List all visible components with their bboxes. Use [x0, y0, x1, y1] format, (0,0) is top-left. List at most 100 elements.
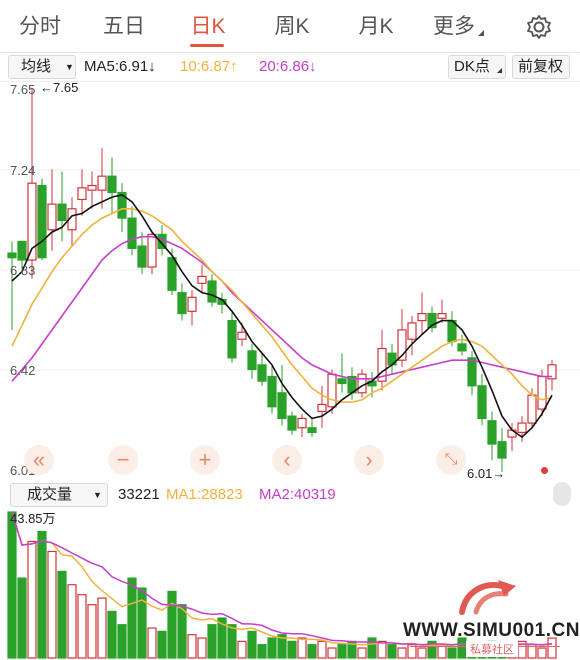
price-label-3: 6.83: [10, 263, 36, 278]
volume-bar: [87, 604, 97, 659]
volume-bar: [17, 577, 27, 659]
volume-bar: [397, 647, 407, 659]
price-label-4: 6.42: [10, 363, 36, 378]
candle-body: [297, 417, 307, 429]
volume-bar: [97, 597, 107, 659]
candle-body: [17, 240, 27, 261]
candle-body: [277, 392, 287, 420]
volume-bar: [57, 570, 67, 659]
scroll-to-start-button[interactable]: «: [24, 445, 54, 475]
volume-bar: [197, 637, 207, 659]
candle-body: [167, 257, 177, 291]
volume-bar: [377, 640, 387, 659]
candle-body: [407, 322, 417, 340]
volume-bar: [537, 647, 547, 659]
candle-body: [237, 331, 247, 340]
volume-bar: [67, 584, 77, 659]
candle-body: [287, 415, 297, 431]
dk-point-button[interactable]: DK点: [448, 55, 506, 79]
candle-body: [187, 296, 197, 312]
candle-body: [197, 275, 207, 284]
candle-body: [147, 233, 157, 268]
volume-bar: [117, 624, 127, 659]
fullscreen-button[interactable]: ⤡: [436, 445, 466, 475]
watermark-subtitle: 私募社区: [466, 641, 518, 657]
candle-body: [527, 394, 537, 424]
volume-bar: [227, 624, 237, 659]
volume-bar: [307, 644, 317, 659]
candle-body: [417, 313, 427, 322]
volume-bar: [177, 604, 187, 659]
ma10-value: 10:6.87↑: [180, 58, 238, 75]
candle-body: [517, 422, 527, 434]
settings-gear-icon[interactable]: [526, 14, 552, 40]
volume-selector[interactable]: 成交量 ▼: [10, 483, 108, 507]
volume-bar: [417, 647, 427, 659]
volume-bar: [237, 640, 247, 659]
dk-point-label: DK点: [454, 58, 490, 75]
tab-weekly-k[interactable]: 周K: [266, 0, 318, 52]
period-tab-bar: 分时 五日 日K 周K 月K 更多: [0, 0, 580, 53]
candle-body: [97, 175, 107, 191]
candle-body: [257, 364, 267, 382]
price-label-top: 7.65: [10, 82, 36, 97]
candle-body: [267, 375, 277, 408]
volume-dropdown-arrow-icon: ▼: [93, 490, 102, 500]
volume-bar: [187, 634, 197, 659]
candle-body: [177, 292, 187, 315]
candle-body: [307, 427, 317, 434]
volume-bar: [337, 644, 347, 659]
candle-body: [247, 350, 257, 371]
candle-body: [57, 203, 67, 222]
scroll-right-button[interactable]: ›: [354, 445, 384, 475]
volume-bar: [387, 644, 397, 659]
volume-bar: [37, 530, 47, 659]
candle-body: [87, 184, 97, 191]
more-dropdown-icon: [478, 30, 484, 36]
candle-body: [497, 441, 507, 459]
volume-value: 33221: [118, 486, 160, 503]
candle-body: [7, 252, 17, 259]
tab-five-day[interactable]: 五日: [98, 0, 150, 52]
scroll-left-button[interactable]: ‹: [272, 445, 302, 475]
volume-indicator-bar: 成交量 ▼ 33221 MA1:28823 MA2:40319: [0, 482, 580, 508]
candle-body: [77, 187, 87, 201]
price-adjust-button[interactable]: 前复权: [512, 55, 570, 79]
tab-intraday[interactable]: 分时: [14, 0, 66, 52]
zoom-in-button[interactable]: +: [190, 445, 220, 475]
volume-bar: [357, 647, 367, 659]
tab-monthly-k[interactable]: 月K: [350, 0, 402, 52]
candle-body: [437, 313, 447, 319]
candle-body: [47, 203, 57, 231]
price-label-2: 7.24: [10, 163, 36, 178]
candle-body: [127, 217, 137, 249]
volume-bar: [107, 610, 117, 659]
candle-body: [537, 375, 547, 410]
volume-bar: [247, 630, 257, 659]
price-adjust-label: 前复权: [518, 58, 564, 75]
volume-max-label: 43.85万: [10, 511, 56, 526]
dropdown-arrow-icon: ▼: [65, 62, 74, 72]
zoom-out-button[interactable]: −: [108, 445, 138, 475]
volume-bar: [147, 627, 157, 659]
volume-bar: [27, 540, 37, 659]
volume-bar: [207, 624, 217, 659]
watermark-site-text: WWW.SIMU001.CN: [403, 620, 580, 641]
record-dot-icon: [541, 467, 548, 474]
volume-bar: [167, 590, 177, 659]
candle-body: [107, 175, 117, 194]
ma-selector[interactable]: 均线 ▼: [8, 55, 76, 79]
watermark-logo-icon: [456, 576, 520, 616]
high-price-marker: ←7.65: [40, 80, 79, 95]
candle-body: [457, 343, 467, 352]
tab-more[interactable]: 更多: [428, 0, 480, 52]
candlestick-chart[interactable]: [0, 82, 580, 482]
low-price-marker: 6.01→: [467, 466, 506, 481]
candle-body: [467, 357, 477, 387]
volume-bar: [367, 637, 377, 659]
candle-body: [137, 245, 147, 268]
expand-handle-icon[interactable]: [553, 482, 571, 506]
ma-selector-label: 均线: [21, 58, 52, 75]
volume-bar: [317, 640, 327, 659]
volume-bar: [447, 647, 457, 659]
